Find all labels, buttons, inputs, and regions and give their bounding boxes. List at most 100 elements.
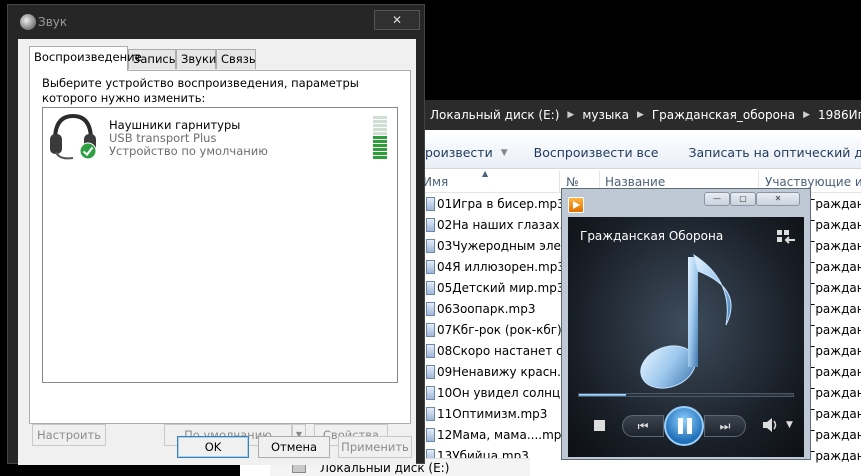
audio-file-icon xyxy=(426,239,435,253)
file-name: 10Он увидел солнц... xyxy=(437,386,572,400)
audio-file-icon xyxy=(426,428,435,442)
column-artist[interactable]: Участвующие испо xyxy=(765,175,861,189)
tab-sounds[interactable]: Звуки xyxy=(176,49,216,69)
audio-file-icon xyxy=(426,365,435,379)
file-artist: Гражданская Обо xyxy=(808,218,861,232)
device-name: Наушники гарнитуры xyxy=(109,118,241,132)
tab-playback[interactable]: Воспроизведение xyxy=(29,46,142,71)
file-artist: Гражданская Обо xyxy=(808,407,861,421)
switch-to-library-icon[interactable] xyxy=(776,229,796,245)
ok-button[interactable]: OK xyxy=(177,436,249,458)
chevron-right-icon[interactable]: ▶ xyxy=(803,110,810,120)
volume-meter xyxy=(373,116,387,160)
device-item[interactable]: Наушники гарнитуры USB transport Plus Ус… xyxy=(43,108,397,164)
chevron-right-icon[interactable]: ▶ xyxy=(567,110,574,120)
music-note-icon xyxy=(640,253,732,389)
seek-bar[interactable] xyxy=(578,393,794,397)
file-name: 05Детский мир.mp3 xyxy=(437,281,565,295)
file-artist: Гражданская Обо xyxy=(808,302,861,316)
meter-bar xyxy=(373,140,387,143)
file-artist: Гражданская Обо xyxy=(808,428,861,442)
file-artist: Гражданская Обо xyxy=(808,239,861,253)
audio-file-icon xyxy=(426,344,435,358)
file-artist: Гражданская Обо xyxy=(808,281,861,295)
tab-communications[interactable]: Связь xyxy=(216,49,256,69)
file-name: 04Я иллюзорен.mp3 xyxy=(437,260,565,274)
meter-bar xyxy=(373,124,387,127)
meter-bar xyxy=(373,156,387,159)
close-button[interactable]: ✕ xyxy=(756,192,800,206)
file-artist: Гражданская Обо xyxy=(808,365,861,379)
audio-file-icon xyxy=(426,386,435,400)
audio-file-icon xyxy=(426,302,435,316)
media-player-window: — ▢ ✕ Гражданская Оборона ⏮ ⏭ ▼ xyxy=(561,188,811,460)
check-icon xyxy=(79,142,97,160)
meter-bar xyxy=(373,128,387,131)
file-name: 08Скоро настанет с... xyxy=(437,344,575,358)
media-player-app-icon xyxy=(568,197,584,213)
play-all-button[interactable]: Воспроизвести все xyxy=(534,145,659,160)
dialog-title: Звук xyxy=(38,15,68,29)
tab-panel: Выберите устройство воспроизведения, пар… xyxy=(29,70,411,446)
file-artist: Гражданская Обо xyxy=(808,323,861,337)
file-artist: Гражданская Обо xyxy=(808,344,861,358)
sound-dialog: Звук ✕ Воспроизведение Запись Звуки Связ… xyxy=(7,4,425,465)
column-title[interactable]: Название xyxy=(605,175,665,189)
play-button[interactable]: роизвести xyxy=(425,145,493,160)
audio-file-icon xyxy=(426,197,435,211)
device-status: Устройство по умолчанию xyxy=(109,144,268,158)
column-number[interactable]: № xyxy=(566,175,578,189)
breadcrumb-item[interactable]: музыка xyxy=(582,108,629,122)
device-list: Наушники гарнитуры USB transport Plus Ус… xyxy=(42,107,398,383)
controls-bar: ⏮ ⏭ ▼ xyxy=(568,403,804,453)
meter-bar xyxy=(373,120,387,123)
minimize-button[interactable]: — xyxy=(704,192,730,206)
volume-icon[interactable] xyxy=(762,417,780,433)
meter-bar xyxy=(373,116,387,119)
cancel-button[interactable]: Отмена xyxy=(258,436,330,458)
chevron-down-icon[interactable]: ▼ xyxy=(501,148,508,158)
breadcrumb-item[interactable]: 1986Игра в бисер н xyxy=(818,108,861,122)
file-artist: Гражданская Обо xyxy=(808,449,861,463)
instruction-text: Выберите устройство воспроизведения, пар… xyxy=(42,76,359,105)
file-artist: Гражданская Обо xyxy=(808,197,861,211)
audio-file-icon xyxy=(426,323,435,337)
dialog-client: Воспроизведение Запись Звуки Связь Выбер… xyxy=(18,39,416,465)
meter-bar xyxy=(373,132,387,135)
meter-bar xyxy=(373,148,387,151)
burn-disc-button[interactable]: Записать на оптический диск xyxy=(689,145,861,160)
audio-file-icon xyxy=(426,281,435,295)
stop-icon[interactable] xyxy=(594,420,605,431)
file-name: 01Игра в бисер.mp3 xyxy=(437,197,565,211)
file-artist: Гражданская Обо xyxy=(808,386,861,400)
play-pause-button[interactable] xyxy=(664,406,704,446)
file-name: 09Ненавижу красн... xyxy=(437,365,569,379)
now-playing-pane: Гражданская Оборона ⏮ ⏭ ▼ xyxy=(568,217,804,457)
file-artist: Гражданская Обо xyxy=(808,260,861,274)
file-name: 07Кбг-рок (рок-кбг)... xyxy=(437,323,574,337)
volume-dropdown-icon[interactable]: ▼ xyxy=(786,420,793,430)
chevron-right-icon[interactable]: ▶ xyxy=(637,110,644,120)
meter-bar xyxy=(373,152,387,155)
column-divider[interactable] xyxy=(559,171,560,193)
file-name: 02На наших глазах.... xyxy=(437,218,575,232)
audio-file-icon xyxy=(426,407,435,421)
previous-button[interactable]: ⏮ xyxy=(622,415,664,437)
audio-file-icon xyxy=(426,218,435,232)
sort-up-icon: ▲ xyxy=(482,169,489,178)
audio-file-icon xyxy=(426,260,435,274)
configure-button[interactable]: Настроить xyxy=(32,424,106,446)
breadcrumb-item[interactable]: Гражданская_оборона xyxy=(652,108,795,122)
breadcrumb-item[interactable]: Локальный диск (E:) xyxy=(430,108,559,122)
column-name[interactable]: Имя xyxy=(423,175,448,189)
close-button[interactable]: ✕ xyxy=(374,10,420,30)
file-name: 12Мама, мама....mp3 xyxy=(437,428,570,442)
seek-progress xyxy=(579,394,627,396)
meter-bar xyxy=(373,136,387,139)
file-name: 03Чужеродным эле... xyxy=(437,239,573,253)
file-name: 11Оптимизм.mp3 xyxy=(437,407,548,421)
apply-button[interactable]: Применить xyxy=(338,436,412,458)
maximize-button[interactable]: ▢ xyxy=(730,192,756,206)
next-button[interactable]: ⏭ xyxy=(704,415,746,437)
file-name: 06Зоопарк.mp3 xyxy=(437,302,536,316)
